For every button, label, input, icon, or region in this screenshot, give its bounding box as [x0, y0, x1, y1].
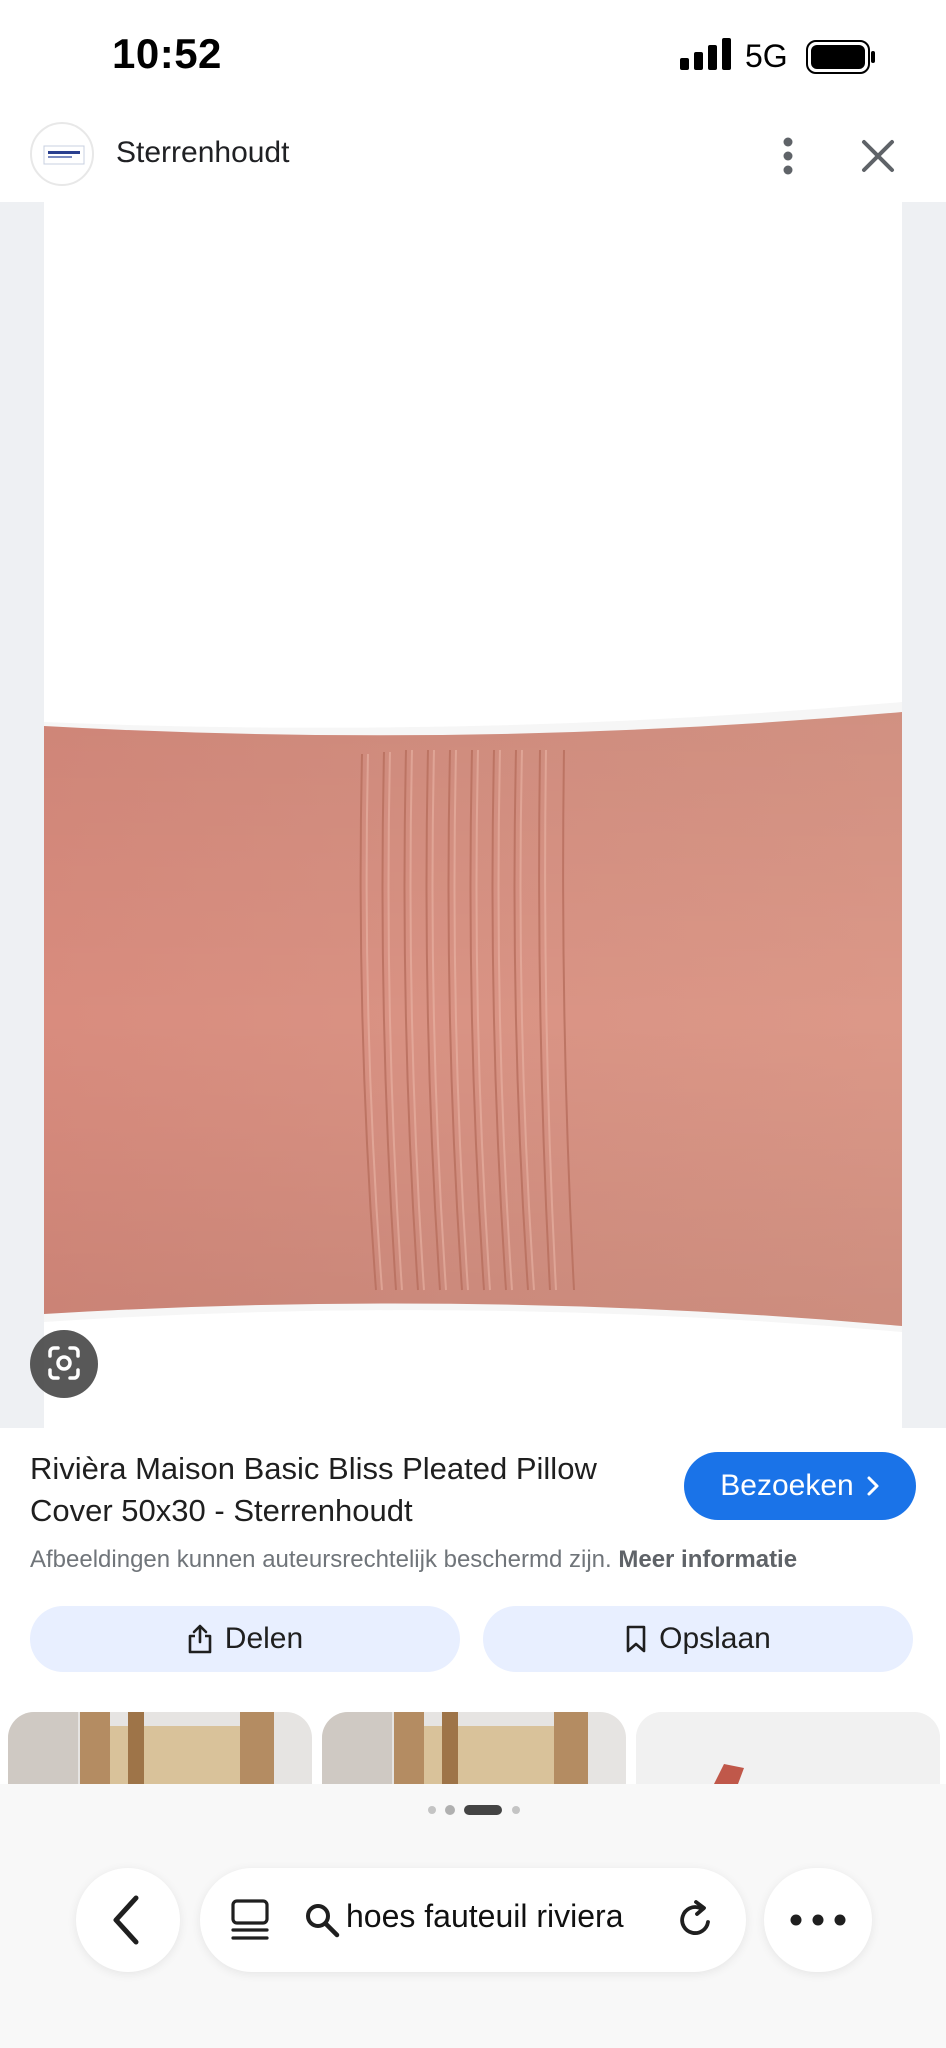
- result-title[interactable]: Rivièra Maison Basic Bliss Pleated Pillo…: [30, 1448, 670, 1532]
- viewer-header: Sterrenhoudt: [0, 110, 946, 202]
- cellular-signal-icon: [680, 38, 731, 70]
- save-label: Opslaan: [659, 1622, 771, 1655]
- more-horiz-icon: [790, 1914, 846, 1926]
- share-button[interactable]: Delen: [30, 1606, 460, 1672]
- more-menu-button[interactable]: [764, 1868, 872, 1972]
- page-indicator: [428, 1805, 520, 1815]
- tabs-icon[interactable]: [230, 1898, 270, 1942]
- image-viewer: [0, 202, 946, 1428]
- save-button[interactable]: Opslaan: [483, 1606, 913, 1672]
- close-button[interactable]: [856, 130, 900, 182]
- share-label: Delen: [224, 1622, 304, 1655]
- site-name: Sterrenhoudt: [116, 136, 290, 169]
- copyright-text: Afbeeldingen kunnen auteursrechtelijk be…: [30, 1546, 612, 1573]
- status-bar: 10:52 5G: [0, 0, 946, 110]
- related-image-thumbnail[interactable]: [636, 1712, 940, 1784]
- product-image[interactable]: [44, 202, 902, 1428]
- search-icon: [306, 1904, 340, 1938]
- battery-icon: [806, 40, 875, 74]
- related-image-thumbnail[interactable]: [8, 1712, 312, 1784]
- visit-label: Bezoeken: [720, 1469, 854, 1502]
- chevron-right-icon: [867, 1476, 879, 1496]
- address-bar[interactable]: hoes fauteuil riviera: [200, 1868, 746, 1972]
- site-logo: [30, 122, 94, 186]
- visit-button[interactable]: Bezoeken: [684, 1452, 916, 1520]
- more-vert-icon: [783, 137, 793, 175]
- chevron-left-icon: [113, 1895, 139, 1945]
- close-icon: [862, 140, 894, 172]
- reload-icon[interactable]: [674, 1898, 718, 1942]
- status-time: 10:52: [112, 30, 222, 77]
- network-type: 5G: [745, 38, 788, 74]
- lens-search-button[interactable]: [30, 1330, 98, 1398]
- bookmark-icon: [626, 1625, 646, 1653]
- share-icon: [188, 1624, 212, 1654]
- url-text[interactable]: hoes fauteuil riviera: [346, 1898, 646, 1935]
- related-image-thumbnail[interactable]: [322, 1712, 626, 1784]
- lens-icon: [48, 1346, 80, 1380]
- more-info-link[interactable]: Meer informatie: [618, 1546, 797, 1573]
- back-button[interactable]: [76, 1868, 180, 1972]
- copyright-notice: Afbeeldingen kunnen auteursrechtelijk be…: [30, 1546, 930, 1574]
- more-options-button[interactable]: [766, 130, 810, 182]
